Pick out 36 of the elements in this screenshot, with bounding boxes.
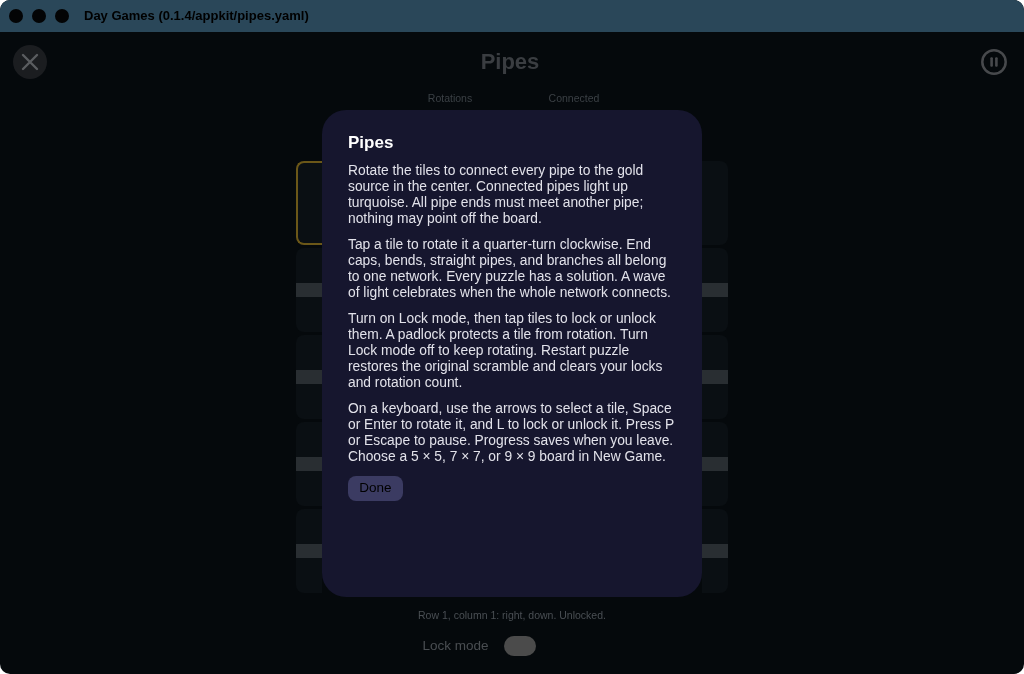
dialog-title: Pipes: [348, 132, 395, 153]
window-control-icon[interactable]: [32, 9, 46, 23]
status-text: Row 1, column 1: right, down. Unlocked.: [418, 609, 606, 621]
pause-icon: [981, 49, 1007, 75]
lock-mode-switch[interactable]: [503, 636, 536, 656]
pipe-segment-icon: [296, 544, 322, 558]
pipe-segment-icon: [702, 457, 728, 471]
board-tile[interactable]: [702, 248, 728, 332]
pipe-segment-icon: [702, 544, 728, 558]
board-tile[interactable]: [296, 161, 322, 245]
board-tile[interactable]: [296, 248, 322, 332]
board-tile[interactable]: [296, 509, 322, 593]
board-tile[interactable]: [702, 422, 728, 506]
window-control-icon[interactable]: [55, 9, 69, 23]
stat-label: Rotations: [426, 92, 474, 104]
dialog-paragraph: Turn on Lock mode, then tap tiles to lock or unlock them. A padlock protects a tile from rotation. Turn Lock mode off to keep rotating. Restart puzzle restores the original scramble and clears your locks and rotation count.: [348, 310, 664, 391]
lock-mode-label: Lock mode: [422, 637, 489, 655]
board-tile[interactable]: [296, 422, 322, 506]
window-control-icon[interactable]: [9, 9, 23, 23]
pipe-segment-icon: [702, 283, 728, 297]
dialog-paragraph: Tap a tile to rotate it a quarter-turn clockwise. End caps, bends, straight pipes, and branches all belong to one network. Every puzzle has a solution. A wave of light celebrates when the whole network connects.: [348, 236, 672, 301]
done-button[interactable]: Done: [348, 475, 403, 501]
pipe-segment-icon: [702, 370, 728, 384]
board-tile[interactable]: [702, 335, 728, 419]
pipe-segment-icon: [296, 457, 322, 471]
close-button[interactable]: [13, 45, 47, 79]
board-tile[interactable]: [702, 509, 728, 593]
dialog-paragraph: Rotate the tiles to connect every pipe to the gold source in the center. Connected pipes light up turquoise. All pipe ends must meet another pipe; nothing may point off the board.: [348, 162, 645, 227]
pipe-segment-icon: [296, 283, 322, 297]
pipe-segment-icon: [296, 370, 322, 384]
board-tile[interactable]: [296, 335, 322, 419]
window-title: Day Games (0.1.4/appkit/pipes.yaml): [84, 7, 309, 26]
board-tile[interactable]: [702, 161, 728, 245]
close-icon: [21, 53, 39, 71]
dialog-paragraph: On a keyboard, use the arrows to select a tile, Space or Enter to rotate it, and L to lock or unlock it. Press P or Escape to pause. Progress saves when you leave. Choose a 5 × 5, 7 × 7, or 9 × 9 board in New Game.: [348, 400, 675, 465]
pause-button[interactable]: [981, 49, 1007, 75]
